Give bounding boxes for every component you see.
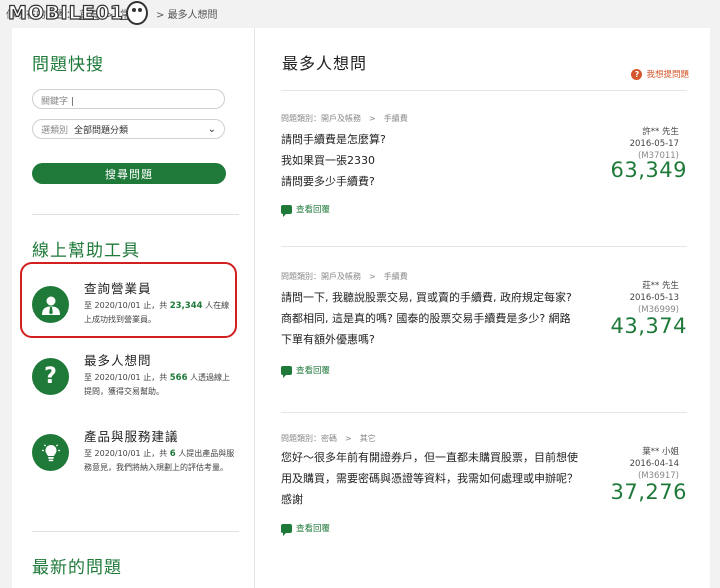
breadcrumb-current: > 最多人想問	[156, 10, 218, 21]
view-reply-link[interactable]: 查看回覆	[281, 522, 330, 536]
ask-question-link[interactable]: ? 我想提問題	[631, 68, 689, 80]
category-select[interactable]: 選類別 全部問題分類 ⌄	[32, 119, 225, 139]
logo-face-icon	[126, 1, 148, 25]
top-bar: 你現在的位置： 首頁 > 常 > 最多人想問 MOBILE01	[0, 0, 720, 26]
chat-bubble-icon	[281, 204, 292, 217]
chat-bubble-icon	[281, 365, 292, 378]
keyword-input[interactable]: 關鍵字 |	[32, 89, 225, 109]
view-count: 37,276	[610, 480, 687, 504]
question-body: 請問手續費是怎麼算? 我如果買一張2330 請問要多少手續費?	[281, 133, 386, 188]
asker-name: 許** 先生	[642, 127, 679, 137]
tool-suggestion[interactable]: 產品與服務建議 至 2020/10/01 止，共 6 人提出產品與服務意見，我們…	[32, 426, 237, 494]
category-value: 全部問題分類	[74, 125, 129, 136]
left-sidebar: 問題快搜 關鍵字 | 選類別 全部問題分類 ⌄ 搜尋問題 線上幫助工具 查詢營業…	[12, 28, 255, 588]
ask-date: 2016-04-14	[629, 459, 679, 469]
view-count: 43,374	[610, 314, 687, 338]
question-item[interactable]: 問題類別：開戶及帳務 > 手續費 請問手續費是怎麼算? 我如果買一張2330 請…	[281, 90, 687, 247]
question-item[interactable]: 問題類別：密碼 > 其它 您好～很多年前有開證券戶，但一直都未購買股票，目前想使…	[281, 412, 687, 573]
chat-bubble-icon	[281, 523, 292, 536]
tool-most-asked[interactable]: ? 最多人想問 至 2020/10/01 止，共 566 人透過線上提問，獲得交…	[32, 350, 237, 418]
highlight-annotation	[20, 262, 237, 338]
question-body: 請問一下, 我聽說股票交易, 買或賣的手續費, 政府規定每家? 商都相同, 這是…	[281, 291, 572, 346]
tool-count: 6	[169, 449, 176, 459]
tool-count: 566	[169, 373, 188, 383]
latest-section-title: 最新的問題	[32, 558, 122, 578]
asker-name: 葉** 小姐	[642, 447, 679, 457]
question-category: 問題類別：密碼 > 其它	[281, 434, 376, 443]
question-category: 問題類別：開戶及帳務 > 手續費	[281, 114, 408, 123]
asker-name: 莊** 先生	[642, 281, 679, 291]
watermark-logo: MOBILE01	[7, 1, 148, 25]
question-meta: 葉** 小姐 2016-04-14 (M36917)	[630, 446, 679, 482]
question-icon: ?	[631, 68, 643, 80]
chevron-down-icon: ⌄	[207, 123, 216, 135]
question-item[interactable]: 問題類別：開戶及帳務 > 手續費 請問一下, 我聽說股票交易, 買或賣的手續費,…	[281, 246, 687, 413]
tool-desc: 至 2020/10/01 止，共 566 人透過線上提問，獲得交易幫助。	[84, 373, 231, 396]
search-section-title: 問題快搜	[32, 55, 104, 75]
category-label: 選類別	[41, 125, 69, 136]
question-category: 問題類別：開戶及帳務 > 手續費	[281, 272, 408, 281]
question-meta: 許** 先生 2016-05-17 (M37011)	[630, 126, 679, 162]
divider	[32, 531, 239, 532]
content-card: 問題快搜 關鍵字 | 選類別 全部問題分類 ⌄ 搜尋問題 線上幫助工具 查詢營業…	[12, 28, 710, 588]
lightbulb-icon	[32, 434, 69, 471]
view-count: 63,349	[610, 158, 687, 182]
tool-desc: 至 2020/10/01 止，共 6 人提出產品與服務意見，我們將納入規劃上的評…	[84, 449, 235, 472]
tools-section-title: 線上幫助工具	[32, 241, 140, 261]
ask-date: 2016-05-17	[629, 139, 679, 149]
divider	[32, 214, 239, 215]
question-icon: ?	[32, 358, 69, 395]
question-meta: 莊** 先生 2016-05-13 (M36999)	[630, 280, 679, 316]
tool-title: 產品與服務建議	[84, 429, 179, 444]
page-title: 最多人想問	[282, 54, 368, 73]
tool-title: 最多人想問	[84, 353, 152, 368]
view-reply-link[interactable]: 查看回覆	[281, 364, 330, 378]
ask-date: 2016-05-13	[629, 293, 679, 303]
keyword-placeholder: 關鍵字	[41, 97, 69, 107]
search-button[interactable]: 搜尋問題	[32, 163, 226, 184]
view-reply-link[interactable]: 查看回覆	[281, 203, 330, 217]
question-body: 您好～很多年前有開證券戶，但一直都未購買股票，目前想使 用及購買，需要密碼與憑證…	[281, 451, 578, 506]
main-panel: 最多人想問 ? 我想提問題 問題類別：開戶及帳務 > 手續費 請問手續費是怎麼算…	[255, 28, 710, 588]
